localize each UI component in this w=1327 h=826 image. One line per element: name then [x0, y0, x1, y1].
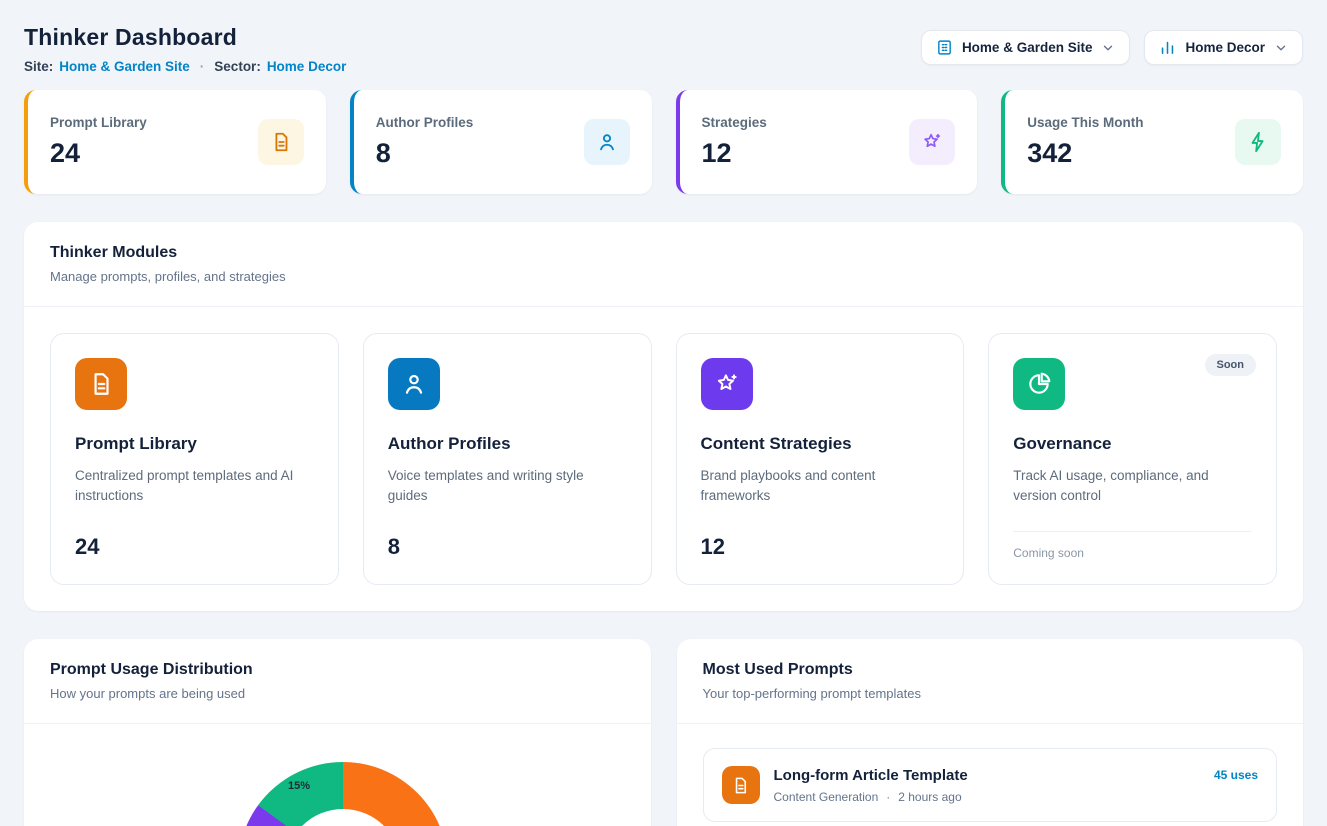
- bar-chart-icon: [1159, 39, 1176, 56]
- stat-label: Strategies: [702, 115, 767, 130]
- chevron-down-icon: [1101, 41, 1115, 55]
- lightning-icon: [1235, 119, 1281, 165]
- list-item[interactable]: Long-form Article Template Content Gener…: [703, 748, 1278, 822]
- sector-selector-label: Home Decor: [1185, 40, 1265, 55]
- stat-card-usage: Usage This Month 342: [1001, 90, 1303, 194]
- usage-distribution-title: Prompt Usage Distribution: [50, 661, 625, 679]
- module-description: Track AI usage, compliance, and version …: [1013, 466, 1252, 513]
- stat-value: 8: [376, 138, 474, 169]
- modules-grid: Prompt Library Centralized prompt templa…: [24, 307, 1303, 611]
- module-description: Centralized prompt templates and AI inst…: [75, 466, 314, 518]
- stat-value: 342: [1027, 138, 1143, 169]
- module-card-governance[interactable]: Soon Governance Track AI usage, complian…: [988, 333, 1277, 585]
- uses-badge: 45 uses: [1214, 768, 1258, 782]
- site-selector-label: Home & Garden Site: [962, 40, 1093, 55]
- sparkle-star-icon: [909, 119, 955, 165]
- prompt-item-category: Content Generation: [774, 790, 879, 804]
- prompt-item-time: 2 hours ago: [898, 790, 961, 804]
- module-count: 8: [388, 534, 627, 560]
- page-title: Thinker Dashboard: [24, 24, 346, 51]
- stat-card-prompt-library: Prompt Library 24: [24, 90, 326, 194]
- sector-label: Sector:: [214, 59, 261, 74]
- module-title: Governance: [1013, 434, 1252, 454]
- divider: [1013, 531, 1252, 532]
- usage-donut: 15%: [238, 762, 448, 826]
- document-icon: [258, 119, 304, 165]
- most-used-header: Most Used Prompts Your top-performing pr…: [677, 639, 1304, 724]
- page-header: Thinker Dashboard Site: Home & Garden Si…: [24, 24, 1303, 74]
- stat-value: 24: [50, 138, 147, 169]
- module-title: Prompt Library: [75, 434, 314, 454]
- prompt-item-text: Long-form Article Template Content Gener…: [774, 767, 968, 804]
- stat-text: Strategies 12: [702, 115, 767, 169]
- user-icon: [388, 358, 440, 410]
- bottom-row: Prompt Usage Distribution How your promp…: [24, 639, 1303, 826]
- prompt-item-meta: Content Generation · 2 hours ago: [774, 790, 968, 804]
- meta-separator: ·: [886, 790, 890, 804]
- module-card-prompt-library[interactable]: Prompt Library Centralized prompt templa…: [50, 333, 339, 585]
- stat-card-strategies: Strategies 12: [676, 90, 978, 194]
- stat-value: 12: [702, 138, 767, 169]
- chevron-down-icon: [1274, 41, 1288, 55]
- sector-link[interactable]: Home Decor: [267, 59, 347, 74]
- header-left: Thinker Dashboard Site: Home & Garden Si…: [24, 24, 346, 74]
- stat-text: Prompt Library 24: [50, 115, 147, 169]
- donut-chart-area: 15%: [24, 724, 651, 826]
- module-description: Brand playbooks and content frameworks: [701, 466, 940, 518]
- module-title: Author Profiles: [388, 434, 627, 454]
- modules-header: Thinker Modules Manage prompts, profiles…: [24, 222, 1303, 307]
- modules-subtitle: Manage prompts, profiles, and strategies: [50, 269, 1277, 284]
- breadcrumb: Site: Home & Garden Site · Sector: Home …: [24, 59, 346, 74]
- prompt-list: Long-form Article Template Content Gener…: [677, 724, 1304, 826]
- thinker-modules-panel: Thinker Modules Manage prompts, profiles…: [24, 222, 1303, 611]
- document-icon: [722, 766, 760, 804]
- user-icon: [584, 119, 630, 165]
- pie-chart-icon: [1013, 358, 1065, 410]
- donut-slice-label: 15%: [276, 780, 322, 792]
- usage-distribution-header: Prompt Usage Distribution How your promp…: [24, 639, 651, 724]
- most-used-prompts-panel: Most Used Prompts Your top-performing pr…: [677, 639, 1304, 826]
- site-label: Site:: [24, 59, 53, 74]
- stat-text: Usage This Month 342: [1027, 115, 1143, 169]
- sparkle-star-icon: [701, 358, 753, 410]
- usage-distribution-panel: Prompt Usage Distribution How your promp…: [24, 639, 651, 826]
- module-card-author-profiles[interactable]: Author Profiles Voice templates and writ…: [363, 333, 652, 585]
- sector-selector-dropdown[interactable]: Home Decor: [1144, 30, 1303, 65]
- most-used-title: Most Used Prompts: [703, 661, 1278, 679]
- stat-label: Author Profiles: [376, 115, 474, 130]
- building-icon: [936, 39, 953, 56]
- soon-badge: Soon: [1205, 354, 1257, 376]
- stat-text: Author Profiles 8: [376, 115, 474, 169]
- stats-row: Prompt Library 24 Author Profiles 8 Stra…: [24, 90, 1303, 194]
- site-selector-dropdown[interactable]: Home & Garden Site: [921, 30, 1131, 65]
- stat-label: Prompt Library: [50, 115, 147, 130]
- breadcrumb-separator: ·: [200, 59, 205, 74]
- module-card-content-strategies[interactable]: Content Strategies Brand playbooks and c…: [676, 333, 965, 585]
- site-link[interactable]: Home & Garden Site: [59, 59, 190, 74]
- prompt-item-title: Long-form Article Template: [774, 767, 968, 784]
- most-used-subtitle: Your top-performing prompt templates: [703, 686, 1278, 701]
- module-description: Voice templates and writing style guides: [388, 466, 627, 518]
- module-count: 24: [75, 534, 314, 560]
- stat-label: Usage This Month: [1027, 115, 1143, 130]
- usage-distribution-subtitle: How your prompts are being used: [50, 686, 625, 701]
- modules-title: Thinker Modules: [50, 244, 1277, 262]
- header-selectors: Home & Garden Site Home Decor: [921, 30, 1303, 65]
- module-count: 12: [701, 534, 940, 560]
- coming-soon-text: Coming soon: [1013, 546, 1252, 560]
- document-icon: [75, 358, 127, 410]
- stat-card-author-profiles: Author Profiles 8: [350, 90, 652, 194]
- module-title: Content Strategies: [701, 434, 940, 454]
- dashboard-page: Thinker Dashboard Site: Home & Garden Si…: [0, 0, 1327, 826]
